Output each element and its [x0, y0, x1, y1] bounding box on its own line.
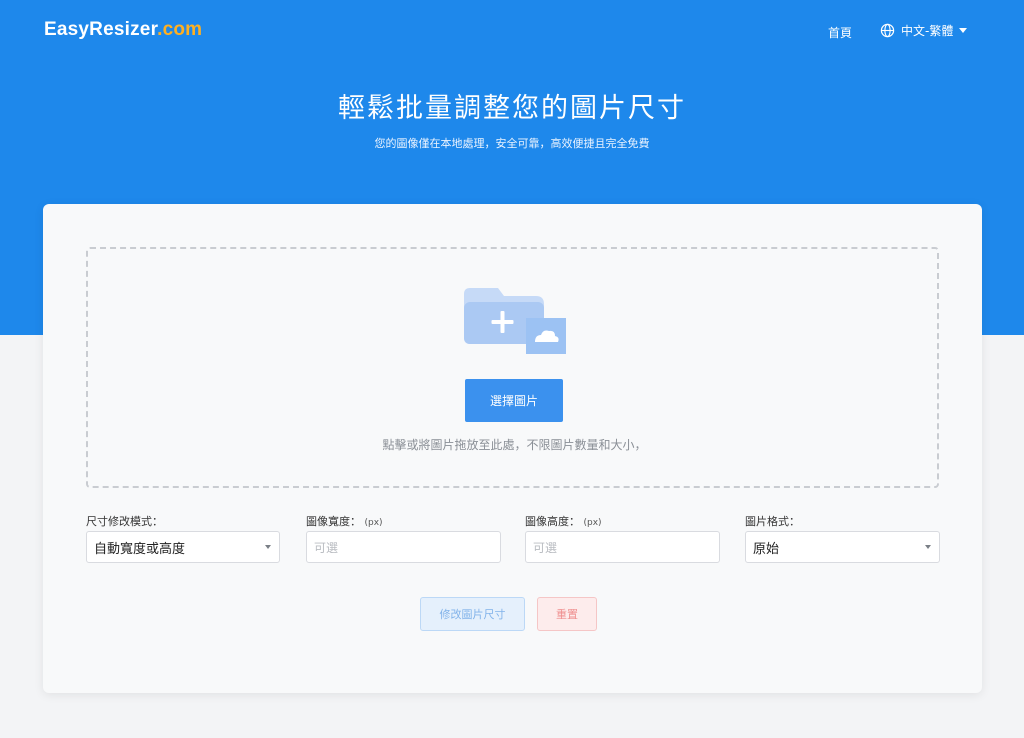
reset-button[interactable]: 重置	[537, 597, 597, 631]
chevron-down-icon	[959, 28, 968, 33]
height-placeholder: 可選	[533, 540, 558, 555]
page-subtitle: 您的圖像僅在本地處理，安全可靠，高效便捷且完全免費	[374, 137, 650, 150]
format-select-value: 原始	[753, 541, 780, 557]
mode-label: 尺寸修改模式：	[86, 515, 163, 528]
language-label: 中文-繁體	[901, 24, 954, 38]
width-input[interactable]: 可選	[306, 531, 501, 563]
mode-select[interactable]: 自動寬度或高度	[86, 531, 280, 563]
format-select[interactable]: 原始	[745, 531, 940, 563]
width-unit: (px)	[364, 518, 383, 528]
nav-home-link[interactable]: 首頁	[828, 24, 852, 41]
format-label: 圖片格式：	[745, 515, 800, 528]
logo-suffix: .com	[157, 19, 203, 40]
height-unit: (px)	[583, 518, 602, 528]
height-label: 圖像高度： (px)	[525, 515, 602, 528]
resize-images-button[interactable]: 修改圖片尺寸	[420, 597, 525, 631]
language-selector[interactable]: 中文-繁體	[880, 22, 968, 39]
upload-dropzone[interactable]: 選擇圖片 點擊或將圖片拖放至此處，不限圖片數量和大小，	[86, 247, 939, 488]
site-logo[interactable]: EasyResizer.com	[44, 19, 202, 41]
select-images-button[interactable]: 選擇圖片	[465, 379, 563, 422]
width-placeholder: 可選	[314, 540, 339, 555]
width-label: 圖像寬度： (px)	[306, 515, 383, 528]
resizer-card: 選擇圖片 點擊或將圖片拖放至此處，不限圖片數量和大小， 尺寸修改模式： 圖像寬度…	[43, 204, 982, 693]
dropdown-arrow-icon	[265, 545, 271, 549]
dropdown-arrow-icon	[925, 545, 931, 549]
logo-main: EasyResizer	[44, 19, 158, 40]
folder-cloud-icon	[464, 288, 566, 354]
page-title: 輕鬆批量調整您的圖片尺寸	[338, 93, 686, 124]
mode-select-value: 自動寬度或高度	[94, 541, 186, 557]
drop-hint-text: 點擊或將圖片拖放至此處，不限圖片數量和大小，	[382, 438, 647, 452]
globe-icon	[880, 23, 895, 38]
height-input[interactable]: 可選	[525, 531, 720, 563]
